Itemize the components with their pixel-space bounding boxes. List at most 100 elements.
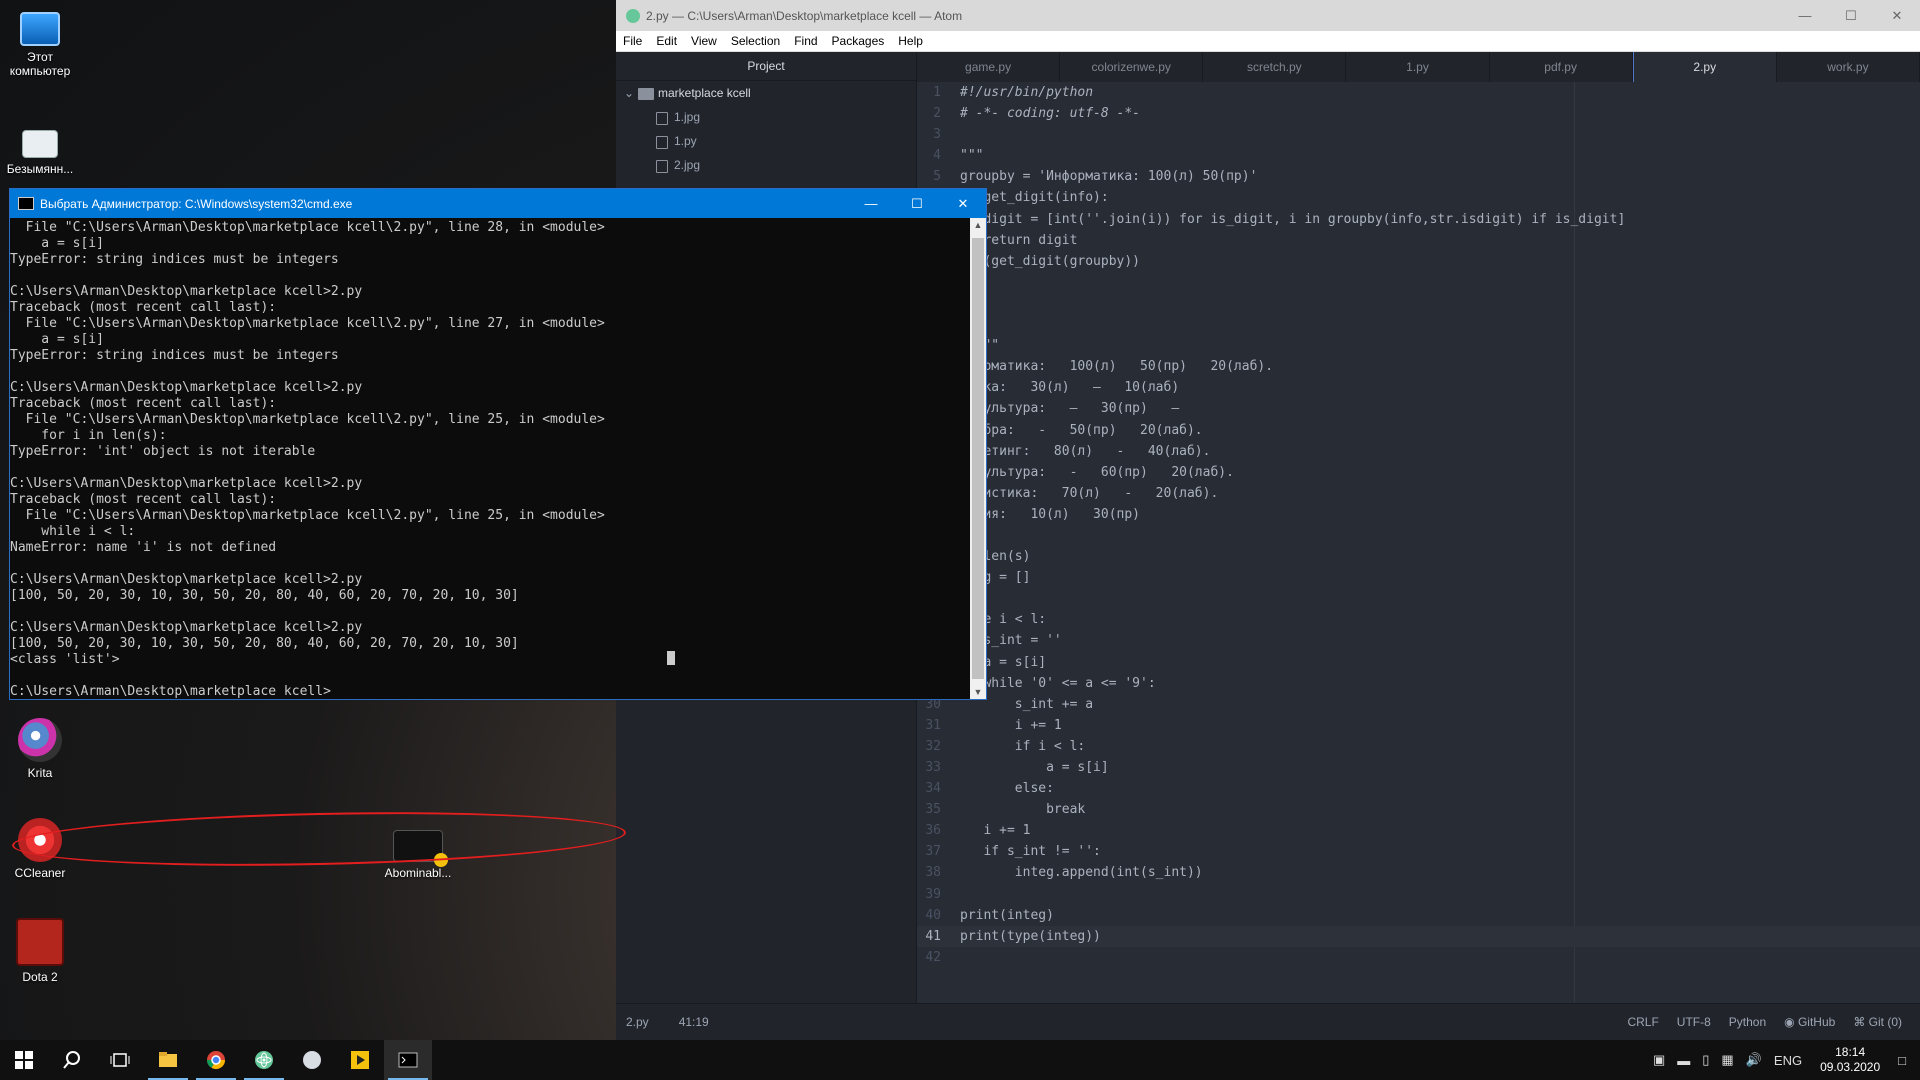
status-file[interactable]: 2.py [626,1015,649,1029]
tree-folder-root[interactable]: ⌄ marketplace kcell [616,81,916,105]
tab-work[interactable]: work.py [1777,52,1920,82]
menu-find[interactable]: Find [787,34,824,48]
tab-pdf[interactable]: pdf.py [1490,52,1633,82]
code-line[interactable]: 13 """ [917,335,1920,356]
scrollbar-thumb[interactable] [972,238,984,679]
code-line[interactable]: 22 [917,525,1920,546]
taskbar-file-explorer[interactable] [144,1040,192,1080]
code-line[interactable]: 6 get_digit(info): [917,187,1920,208]
code-line[interactable]: 14 орматика: 100(л) 50(пр) 20(лаб). [917,356,1920,377]
task-view-button[interactable] [96,1040,144,1080]
code-line[interactable]: 17 ебра: - 50(пр) 20(лаб). [917,420,1920,441]
cmd-titlebar[interactable]: Выбрать Администратор: C:\Windows\system… [10,189,986,218]
language-indicator[interactable]: ENG [1774,1053,1802,1068]
minimize-icon[interactable]: — [1782,8,1828,23]
menu-help[interactable]: Help [891,34,930,48]
tab-1py[interactable]: 1.py [1346,52,1490,82]
code-line[interactable]: 25 [917,588,1920,609]
code-line[interactable]: 42 [917,947,1920,968]
notification-icon[interactable]: □ [1898,1053,1906,1068]
tree-file[interactable]: 2.jpg [616,153,916,177]
status-line-ending[interactable]: CRLF [1627,1015,1658,1029]
code-line[interactable]: 39 [917,884,1920,905]
menu-view[interactable]: View [684,34,724,48]
menu-selection[interactable]: Selection [724,34,787,48]
maximize-icon[interactable]: ☐ [894,196,940,212]
code-line[interactable]: 35 break [917,799,1920,820]
code-line[interactable]: 4 """ [917,145,1920,166]
code-editor[interactable]: 1 #!/usr/bin/python 2 # -*- coding: utf-8 -… [917,82,1920,1004]
code-line[interactable]: 26 le i < l: [917,609,1920,630]
status-github[interactable]: ◉ GitHub [1784,1015,1835,1029]
start-button[interactable] [0,1040,48,1080]
code-line[interactable]: 21 мия: 10(л) 30(пр) [917,504,1920,525]
code-line[interactable]: 9 nt(get_digit(groupby)) [917,251,1920,272]
close-icon[interactable]: ✕ [1874,8,1920,24]
code-line[interactable]: 38 integ.append(int(s_int)) [917,862,1920,883]
status-git[interactable]: ⌘ Git (0) [1853,1015,1902,1029]
taskbar-app-sphere[interactable] [288,1040,336,1080]
tree-file[interactable]: 1.jpg [616,105,916,129]
tab-scretch[interactable]: scretch.py [1203,52,1347,82]
code-line[interactable]: 30 s_int += a [917,694,1920,715]
code-line[interactable]: 41 print(type(integ)) [917,925,1920,947]
code-line[interactable]: 23 len(s) [917,546,1920,567]
code-line[interactable]: 15 ика: 30(л) — 10(лаб) [917,377,1920,398]
taskbar-atom[interactable] [240,1040,288,1080]
battery-icon[interactable]: ▯ [1702,1052,1709,1068]
code-line[interactable]: 37 if s_int != '': [917,841,1920,862]
scroll-down-icon[interactable]: ▼ [970,687,986,697]
taskbar-chrome[interactable] [192,1040,240,1080]
taskbar-cmd[interactable] [384,1040,432,1080]
tab-2py[interactable]: 2.py [1632,52,1777,82]
code-line[interactable]: 18 кетинг: 80(л) - 40(лаб). [917,441,1920,462]
menu-packages[interactable]: Packages [825,34,892,48]
desktop-icon-dota2[interactable]: Dota 2 [0,918,80,984]
tree-file[interactable]: 1.py [616,129,916,153]
cmd-output[interactable]: File "C:\Users\Arman\Desktop\marketplace… [10,218,970,699]
tab-colorizenwe[interactable]: colorizenwe.py [1060,52,1204,82]
code-line[interactable]: 36 i += 1 [917,820,1920,841]
code-line[interactable]: 11 [917,293,1920,314]
desktop-icon-this-pc[interactable]: Этот компьютер [0,12,80,78]
atom-titlebar[interactable]: 2.py — C:\Users\Arman\Desktop\marketplac… [616,0,1920,31]
project-tree-header[interactable]: Project [616,52,916,81]
code-line[interactable]: 5 groupby = 'Информатика: 100(л) 50(пр)' [917,166,1920,187]
code-line[interactable]: 1 #!/usr/bin/python [917,82,1920,103]
code-line[interactable]: 7 digit = [int(''.join(i)) for is_digit,… [917,209,1920,230]
clock[interactable]: 18:14 09.03.2020 [1820,1045,1880,1075]
taskbar-media-player[interactable] [336,1040,384,1080]
menu-edit[interactable]: Edit [649,34,684,48]
desktop-icon-krita[interactable]: Krita [0,718,80,780]
scroll-up-icon[interactable]: ▲ [970,220,986,230]
tab-game[interactable]: game.py [917,52,1061,82]
code-line[interactable]: 3 [917,124,1920,145]
code-line[interactable]: 40 print(integ) [917,905,1920,926]
status-cursor-position[interactable]: 41:19 [679,1015,709,1029]
maximize-icon[interactable]: ☐ [1828,8,1874,24]
desktop-icon-untitled[interactable]: Безымянн... [0,130,80,176]
code-line[interactable]: 10 [917,272,1920,293]
code-line[interactable]: 19 культура: - 60(пр) 20(лаб). [917,462,1920,483]
menu-file[interactable]: File [616,34,649,48]
code-line[interactable]: 2 # -*- coding: utf-8 -*- [917,103,1920,124]
cmd-scrollbar[interactable]: ▲ ▼ [970,218,986,699]
code-line[interactable]: 28 a = s[i] [917,652,1920,673]
network-icon[interactable]: ▦ [1721,1052,1733,1068]
code-line[interactable]: 12 [917,314,1920,335]
code-line[interactable]: 24 eg = [] [917,567,1920,588]
status-encoding[interactable]: UTF-8 [1677,1015,1711,1029]
status-grammar[interactable]: Python [1729,1015,1766,1029]
code-line[interactable]: 29 while '0' <= a <= '9': [917,673,1920,694]
tray-app-icon[interactable]: ▣ [1653,1052,1665,1068]
code-line[interactable]: 8 return digit [917,230,1920,251]
code-line[interactable]: 20 тистика: 70(л) - 20(лаб). [917,483,1920,504]
search-button[interactable] [48,1040,96,1080]
code-line[interactable]: 34 else: [917,778,1920,799]
nvidia-icon[interactable]: ▬ [1677,1053,1690,1068]
volume-icon[interactable]: 🔊 [1746,1052,1762,1068]
code-line[interactable]: 33 a = s[i] [917,757,1920,778]
code-line[interactable]: 31 i += 1 [917,715,1920,736]
code-line[interactable]: 16 культура: — 30(пр) — [917,398,1920,419]
close-icon[interactable]: ✕ [940,196,986,212]
